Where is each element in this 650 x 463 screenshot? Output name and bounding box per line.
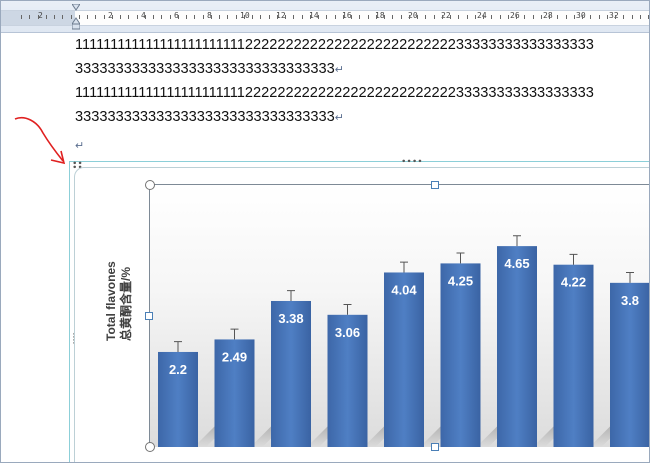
error-bar [400,261,408,273]
error-bar [343,303,352,315]
data-label: 4.25 [448,273,473,288]
plot-resize-handle-tl[interactable] [145,180,155,190]
error-bar [456,252,465,264]
data-bar[interactable] [553,264,594,447]
error-bar [287,290,295,301]
document-window: 22468101214161820222426283032 1111111111… [0,0,650,463]
error-bar [569,253,578,265]
error-bar [626,271,634,283]
plot-resize-handle-top[interactable] [431,181,439,189]
data-label: 3.38 [278,311,303,326]
data-bar[interactable] [440,263,481,447]
data-bar[interactable] [384,272,424,447]
data-label: 4.22 [561,275,586,290]
data-label: 4.04 [391,282,417,297]
data-label: 3.8 [621,293,639,308]
data-label: 2.2 [169,362,187,377]
data-label: 3.06 [335,325,360,340]
data-bar[interactable] [497,246,537,447]
error-bar [174,341,182,352]
bar-chart: 2.2 2.49 3.38 3.06 4.04 4.25 4.65 4.22 3.8 [158,235,649,447]
data-label: 2.49 [222,349,247,364]
plot-resize-handle-left[interactable] [145,312,153,320]
data-label: 4.65 [504,256,529,271]
plot-resize-handle-bottom[interactable] [431,443,439,451]
error-bar [230,328,239,340]
error-bar [513,235,521,247]
plot-resize-handle-bl[interactable] [145,442,155,452]
